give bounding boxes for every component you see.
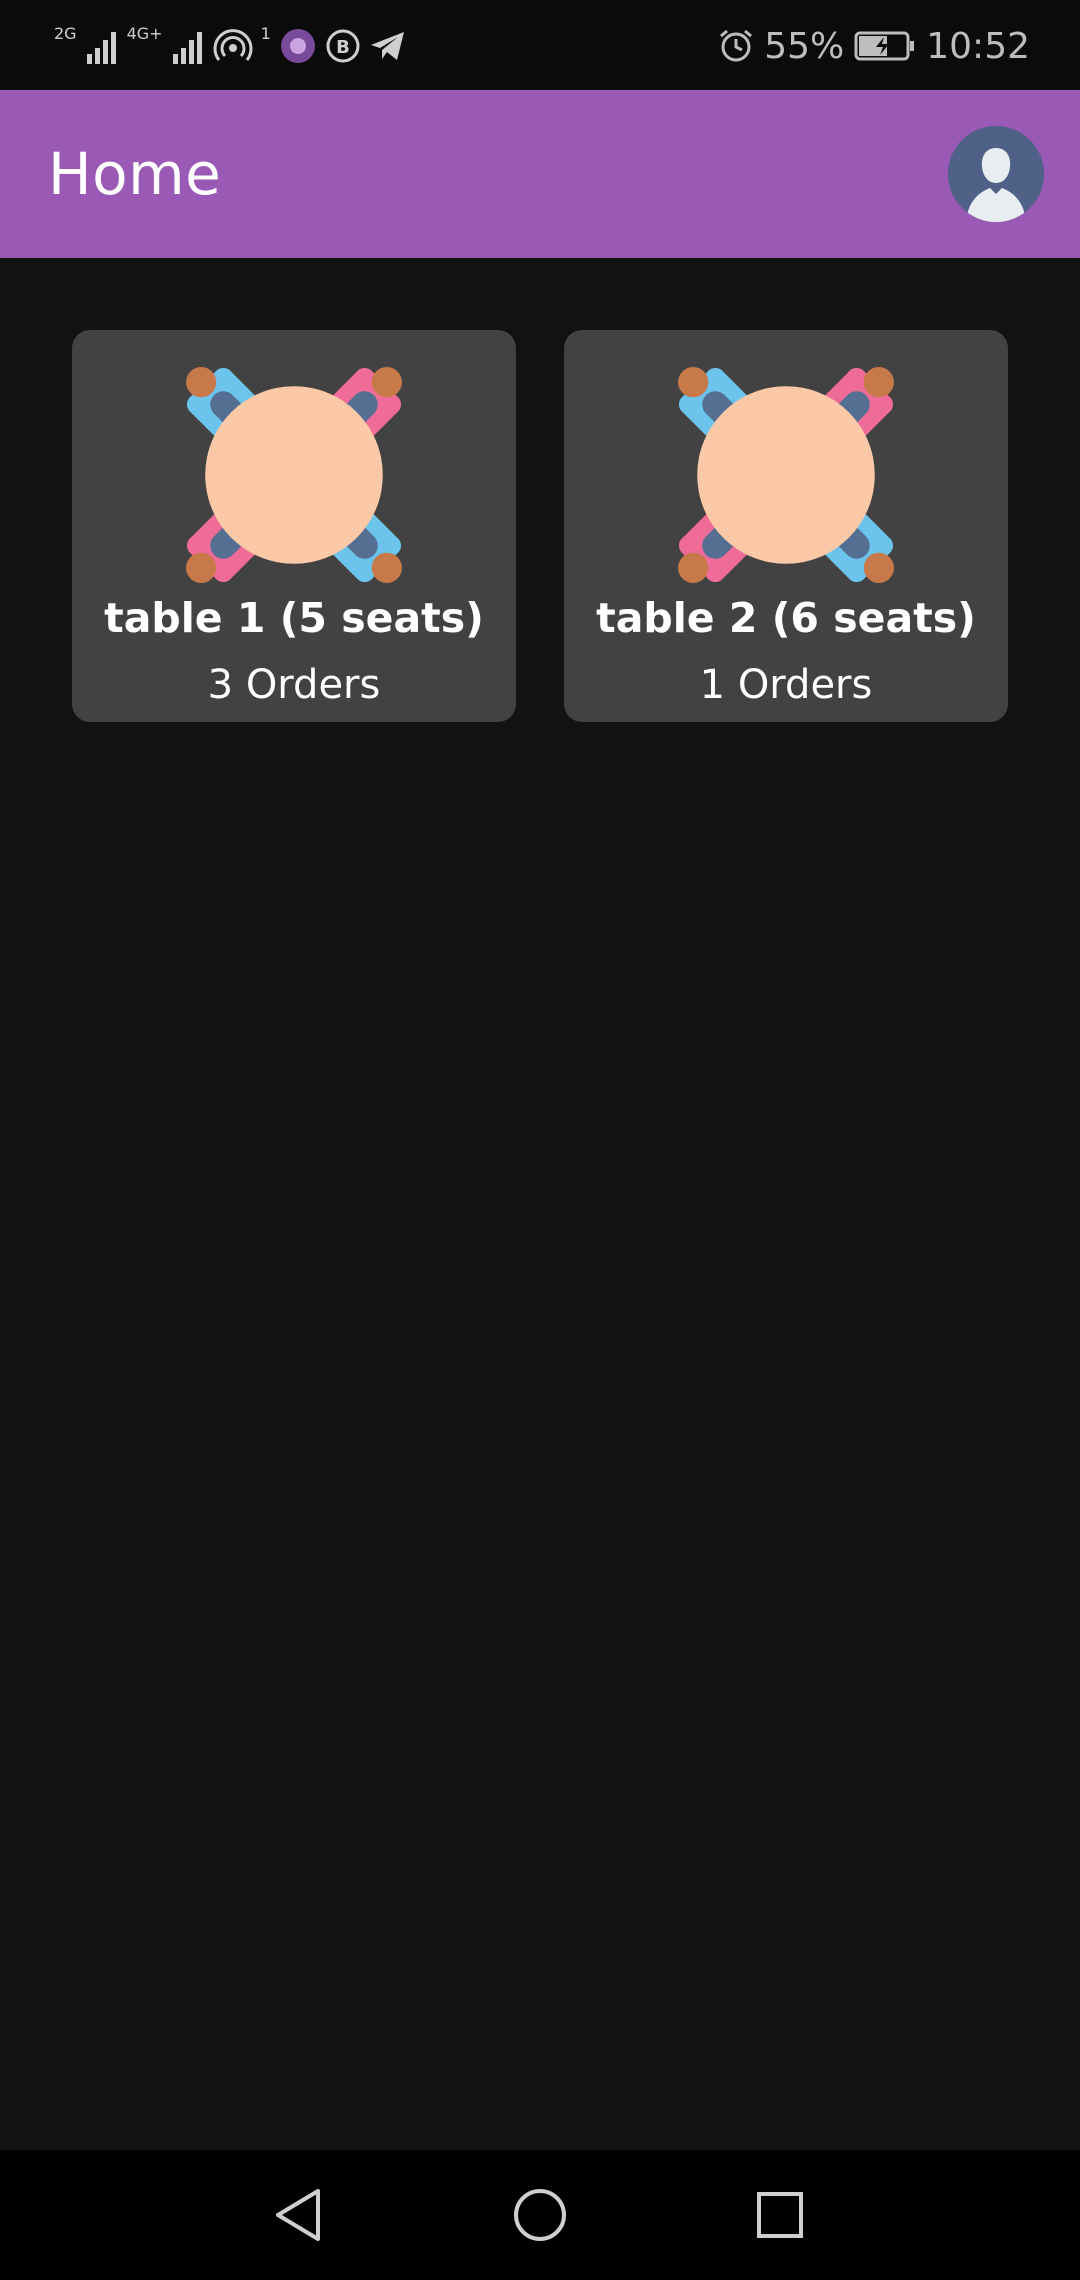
- telegram-icon: [370, 32, 404, 60]
- app-notification-icon: [280, 29, 315, 63]
- page-title: Home: [48, 140, 222, 208]
- table-orders-count: 1 Orders: [699, 662, 873, 708]
- hotspot-icon: [213, 29, 252, 61]
- signal-1-label: 2G: [54, 24, 77, 43]
- table-title: table 2 (6 seats): [596, 594, 976, 642]
- dining-table-icon: [186, 367, 402, 583]
- battery-charging-icon: [854, 31, 915, 61]
- user-avatar-icon: [948, 126, 1044, 222]
- status-icons-right: 55% 10:52: [718, 18, 1030, 74]
- tables-grid: table 1 (5 seats) 3 Orders table 2 (6 se…: [72, 330, 1008, 722]
- dining-table-icon: [678, 367, 894, 583]
- battery-percent: 55%: [764, 25, 845, 67]
- alarm-icon: [720, 29, 753, 62]
- hotspot-count: 1: [260, 24, 271, 43]
- signal-bars-icon: [86, 32, 116, 64]
- svg-text:B: B: [336, 37, 350, 58]
- table-card[interactable]: table 2 (6 seats) 1 Orders: [564, 330, 1008, 722]
- system-navigation-bar: [0, 2150, 1080, 2280]
- status-bar: 2G 4G+ 1 B 55% 10:52: [0, 0, 1080, 90]
- signal-bars-icon: [172, 32, 202, 64]
- signal-2-label: 4G+: [126, 24, 163, 43]
- table-card[interactable]: table 1 (5 seats) 3 Orders: [72, 330, 516, 722]
- table-title: table 1 (5 seats): [104, 594, 484, 642]
- b-notification-icon: B: [326, 29, 360, 63]
- clock: 10:52: [926, 25, 1030, 67]
- status-icons-left: 2G 4G+ 1 B: [54, 18, 407, 74]
- profile-avatar-button[interactable]: [948, 126, 1044, 222]
- home-icon[interactable]: [508, 2183, 572, 2247]
- app-bar: Home: [0, 90, 1080, 258]
- back-icon[interactable]: [268, 2183, 332, 2247]
- table-orders-count: 3 Orders: [207, 662, 381, 708]
- recents-icon[interactable]: [748, 2183, 812, 2247]
